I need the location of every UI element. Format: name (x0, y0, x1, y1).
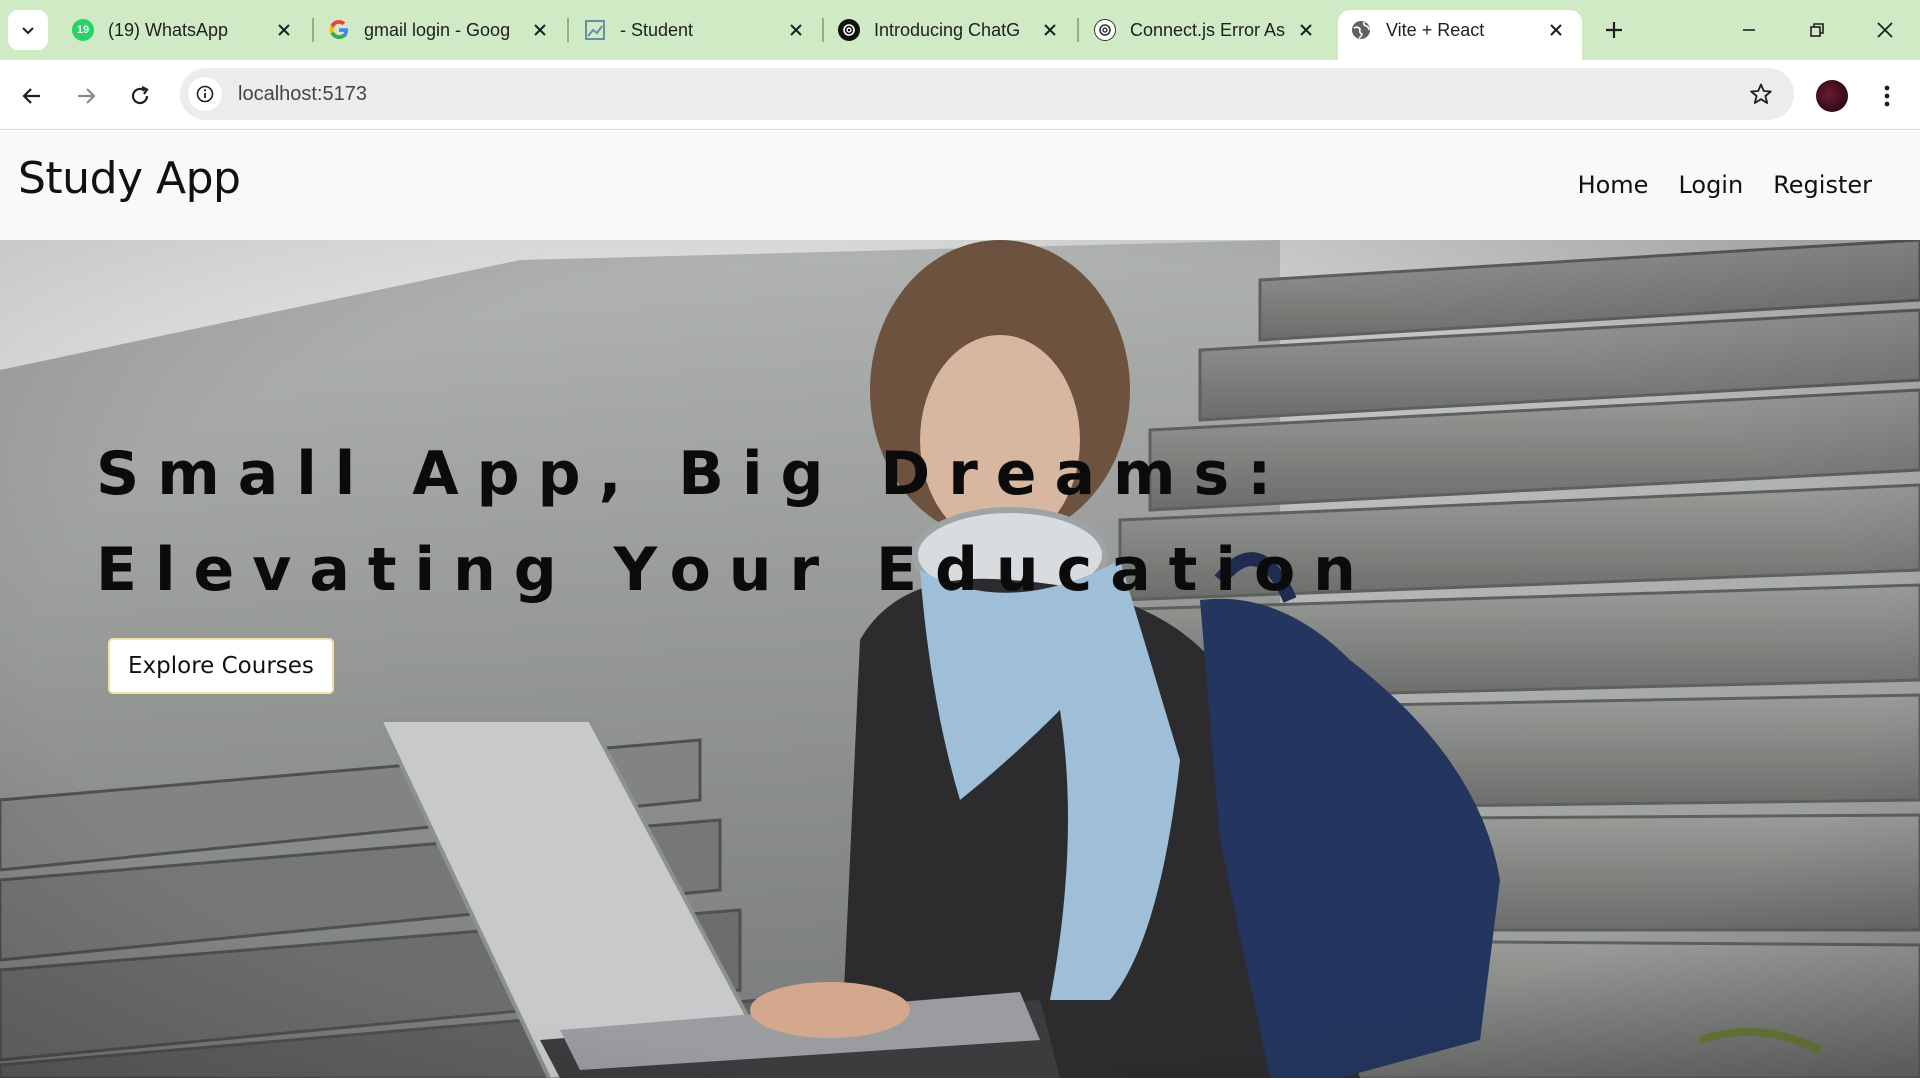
tab-student[interactable]: - Student (572, 10, 822, 50)
hero-headline: Small App, Big Dreams: Elevating Your Ed… (96, 426, 1374, 618)
tab-vite-react[interactable]: Vite + React (1338, 10, 1582, 60)
google-icon (328, 19, 350, 41)
close-icon[interactable] (272, 18, 296, 42)
arrow-left-icon (22, 88, 40, 104)
tab-title: gmail login - Goog (364, 19, 511, 40)
globe-icon (1350, 19, 1372, 41)
minimize-icon (1743, 29, 1755, 31)
close-icon[interactable] (1294, 18, 1318, 42)
plus-icon (1606, 22, 1622, 38)
profile-avatar[interactable] (1816, 80, 1848, 112)
web-page: Study App Home Login Register Small App,… (0, 131, 1920, 1080)
tab-introducing-chatgpt[interactable]: Introducing ChatG (826, 10, 1076, 50)
tab-whatsapp[interactable]: 19 (19) WhatsApp (60, 10, 310, 50)
tab-title: (19) WhatsApp (108, 19, 229, 40)
new-tab-button[interactable] (1596, 16, 1632, 44)
close-icon (1877, 22, 1893, 38)
address-bar[interactable]: localhost:5173 (180, 68, 1794, 120)
hero-headline-line2: Elevating Your Education (96, 535, 1374, 605)
minimize-button[interactable] (1726, 12, 1772, 48)
nav-links: Home Login Register (1578, 171, 1872, 199)
info-icon (196, 85, 214, 103)
tab-separator (1077, 18, 1079, 42)
chatgpt-icon (838, 19, 860, 41)
nav-link-home[interactable]: Home (1578, 171, 1649, 199)
star-icon (1750, 83, 1772, 104)
browser-toolbar: localhost:5173 (0, 60, 1920, 130)
restore-icon (1810, 23, 1824, 37)
bookmark-star-button[interactable] (1748, 81, 1774, 107)
browser-menu-button[interactable] (1872, 76, 1902, 116)
image-icon (584, 19, 606, 41)
tab-title: - Student (620, 19, 694, 40)
site-navbar: Study App Home Login Register (0, 131, 1920, 240)
close-icon[interactable] (1544, 18, 1568, 42)
close-icon[interactable] (1038, 18, 1062, 42)
more-vert-icon (1884, 85, 1890, 107)
tab-separator (312, 18, 314, 42)
close-icon[interactable] (528, 18, 552, 42)
tab-connectjs-error[interactable]: Connect.js Error As (1082, 10, 1332, 50)
explore-courses-button[interactable]: Explore Courses (108, 638, 334, 694)
tab-title: Introducing ChatG (874, 19, 1021, 40)
chatgpt-icon (1094, 19, 1116, 41)
hero-headline-line1: Small App, Big Dreams: (96, 439, 1290, 509)
tab-search-button[interactable] (8, 10, 48, 50)
tab-separator (822, 18, 824, 42)
tab-gmail-login[interactable]: gmail login - Goog (316, 10, 566, 50)
nav-link-login[interactable]: Login (1678, 171, 1743, 199)
close-icon[interactable] (784, 18, 808, 42)
hero-section: Small App, Big Dreams: Elevating Your Ed… (0, 240, 1920, 1078)
arrow-right-icon (78, 88, 96, 104)
back-button[interactable] (12, 76, 52, 116)
browser-tabstrip: 19 (19) WhatsApp gmail login - Goog - St… (0, 0, 1920, 60)
chevron-down-icon (22, 27, 34, 35)
whatsapp-icon: 19 (72, 19, 94, 41)
brand-logo[interactable]: Study App (18, 153, 241, 204)
forward-button[interactable] (66, 76, 106, 116)
reload-icon (131, 86, 149, 105)
window-close-button[interactable] (1862, 12, 1908, 48)
site-info-button[interactable] (188, 77, 222, 111)
url-text[interactable]: localhost:5173 (238, 83, 367, 106)
restore-button[interactable] (1794, 12, 1840, 48)
tab-separator (567, 18, 569, 42)
tab-title: Connect.js Error As (1130, 19, 1286, 40)
nav-link-register[interactable]: Register (1773, 171, 1872, 199)
reload-button[interactable] (120, 76, 160, 116)
tab-title: Vite + React (1386, 19, 1485, 40)
